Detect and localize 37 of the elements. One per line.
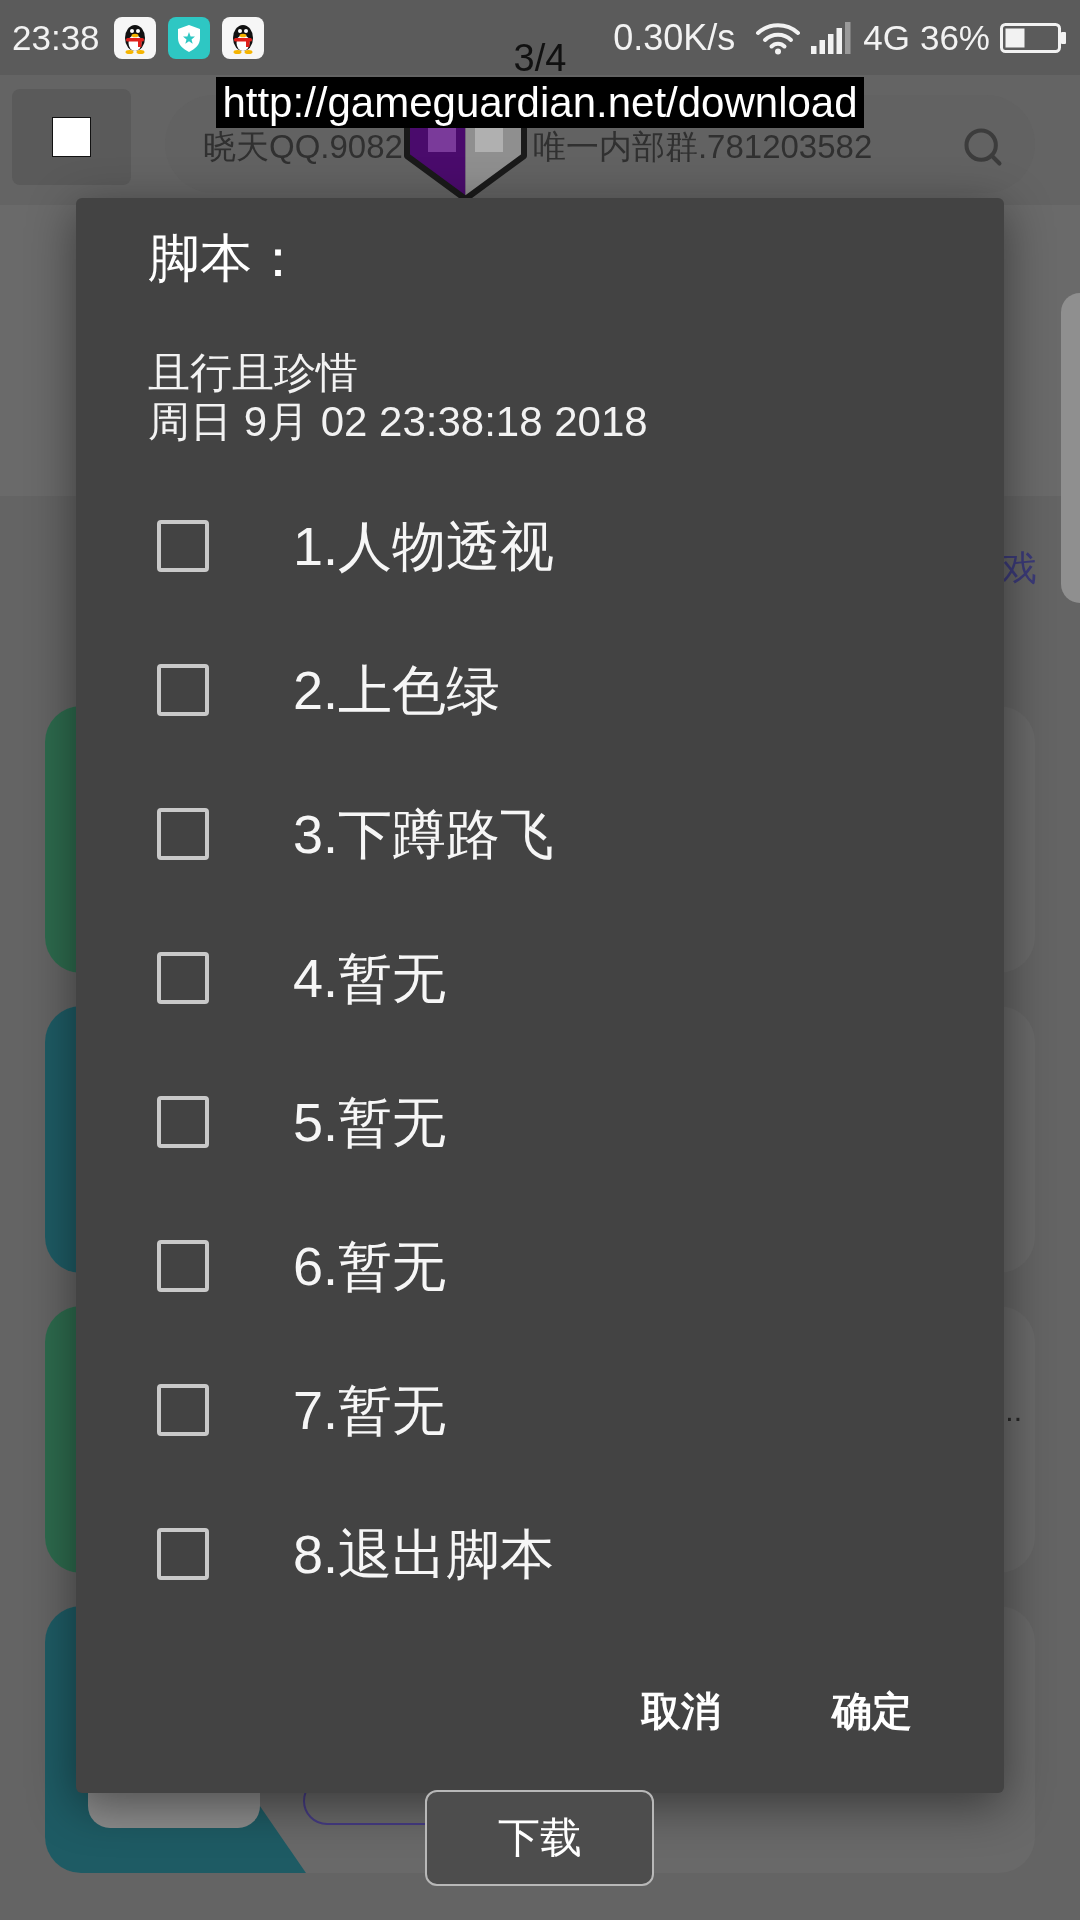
option-label[interactable]: 4.暂无 xyxy=(293,946,447,1010)
checkbox[interactable] xyxy=(157,808,209,860)
checkbox[interactable] xyxy=(157,1528,209,1580)
status-time: 23:38 xyxy=(12,20,100,55)
signal-icon xyxy=(811,21,854,54)
option-label[interactable]: 8.退出脚本 xyxy=(293,1522,555,1586)
dialog-message: 且行且珍惜 xyxy=(148,348,358,397)
dialog-button[interactable]: 确定 xyxy=(792,1656,952,1766)
option-label[interactable]: 1.人物透视 xyxy=(293,514,555,578)
battery-icon xyxy=(1000,22,1066,53)
dialog-title: 脚本： xyxy=(148,228,304,289)
checkbox[interactable] xyxy=(157,664,209,716)
option-label[interactable]: 6.暂无 xyxy=(293,1234,447,1298)
option-label[interactable]: 5.暂无 xyxy=(293,1090,447,1154)
network-type: 4G xyxy=(863,20,910,55)
option-label[interactable]: 2.上色绿 xyxy=(293,658,501,722)
toolbar-button[interactable] xyxy=(12,89,131,185)
checkbox[interactable] xyxy=(157,1384,209,1436)
checkbox[interactable] xyxy=(157,520,209,572)
penguin-icon[interactable] xyxy=(221,16,264,59)
checkbox[interactable] xyxy=(157,952,209,1004)
dialog-message: 周日 9月 02 23:38:18 2018 xyxy=(148,397,648,446)
page-counter: 3/4 xyxy=(513,40,567,76)
checkbox[interactable] xyxy=(157,1096,209,1148)
download-button[interactable]: 下载 xyxy=(425,1790,654,1886)
shield-icon[interactable] xyxy=(167,16,210,59)
option-label[interactable]: 3.下蹲路飞 xyxy=(293,802,555,866)
square-icon xyxy=(52,117,91,157)
wifi-icon xyxy=(755,20,802,55)
option-label[interactable]: 7.暂无 xyxy=(293,1378,447,1442)
card-note: .. xyxy=(1005,1396,1022,1426)
battery-percent: 36% xyxy=(919,20,990,55)
penguin-icon[interactable] xyxy=(113,16,156,59)
checkbox[interactable] xyxy=(157,1240,209,1292)
url-toast: http://gameguardian.net/download xyxy=(216,77,864,128)
dialog-button[interactable]: 取消 xyxy=(601,1656,761,1766)
network-speed: 0.30K/s xyxy=(613,19,736,56)
